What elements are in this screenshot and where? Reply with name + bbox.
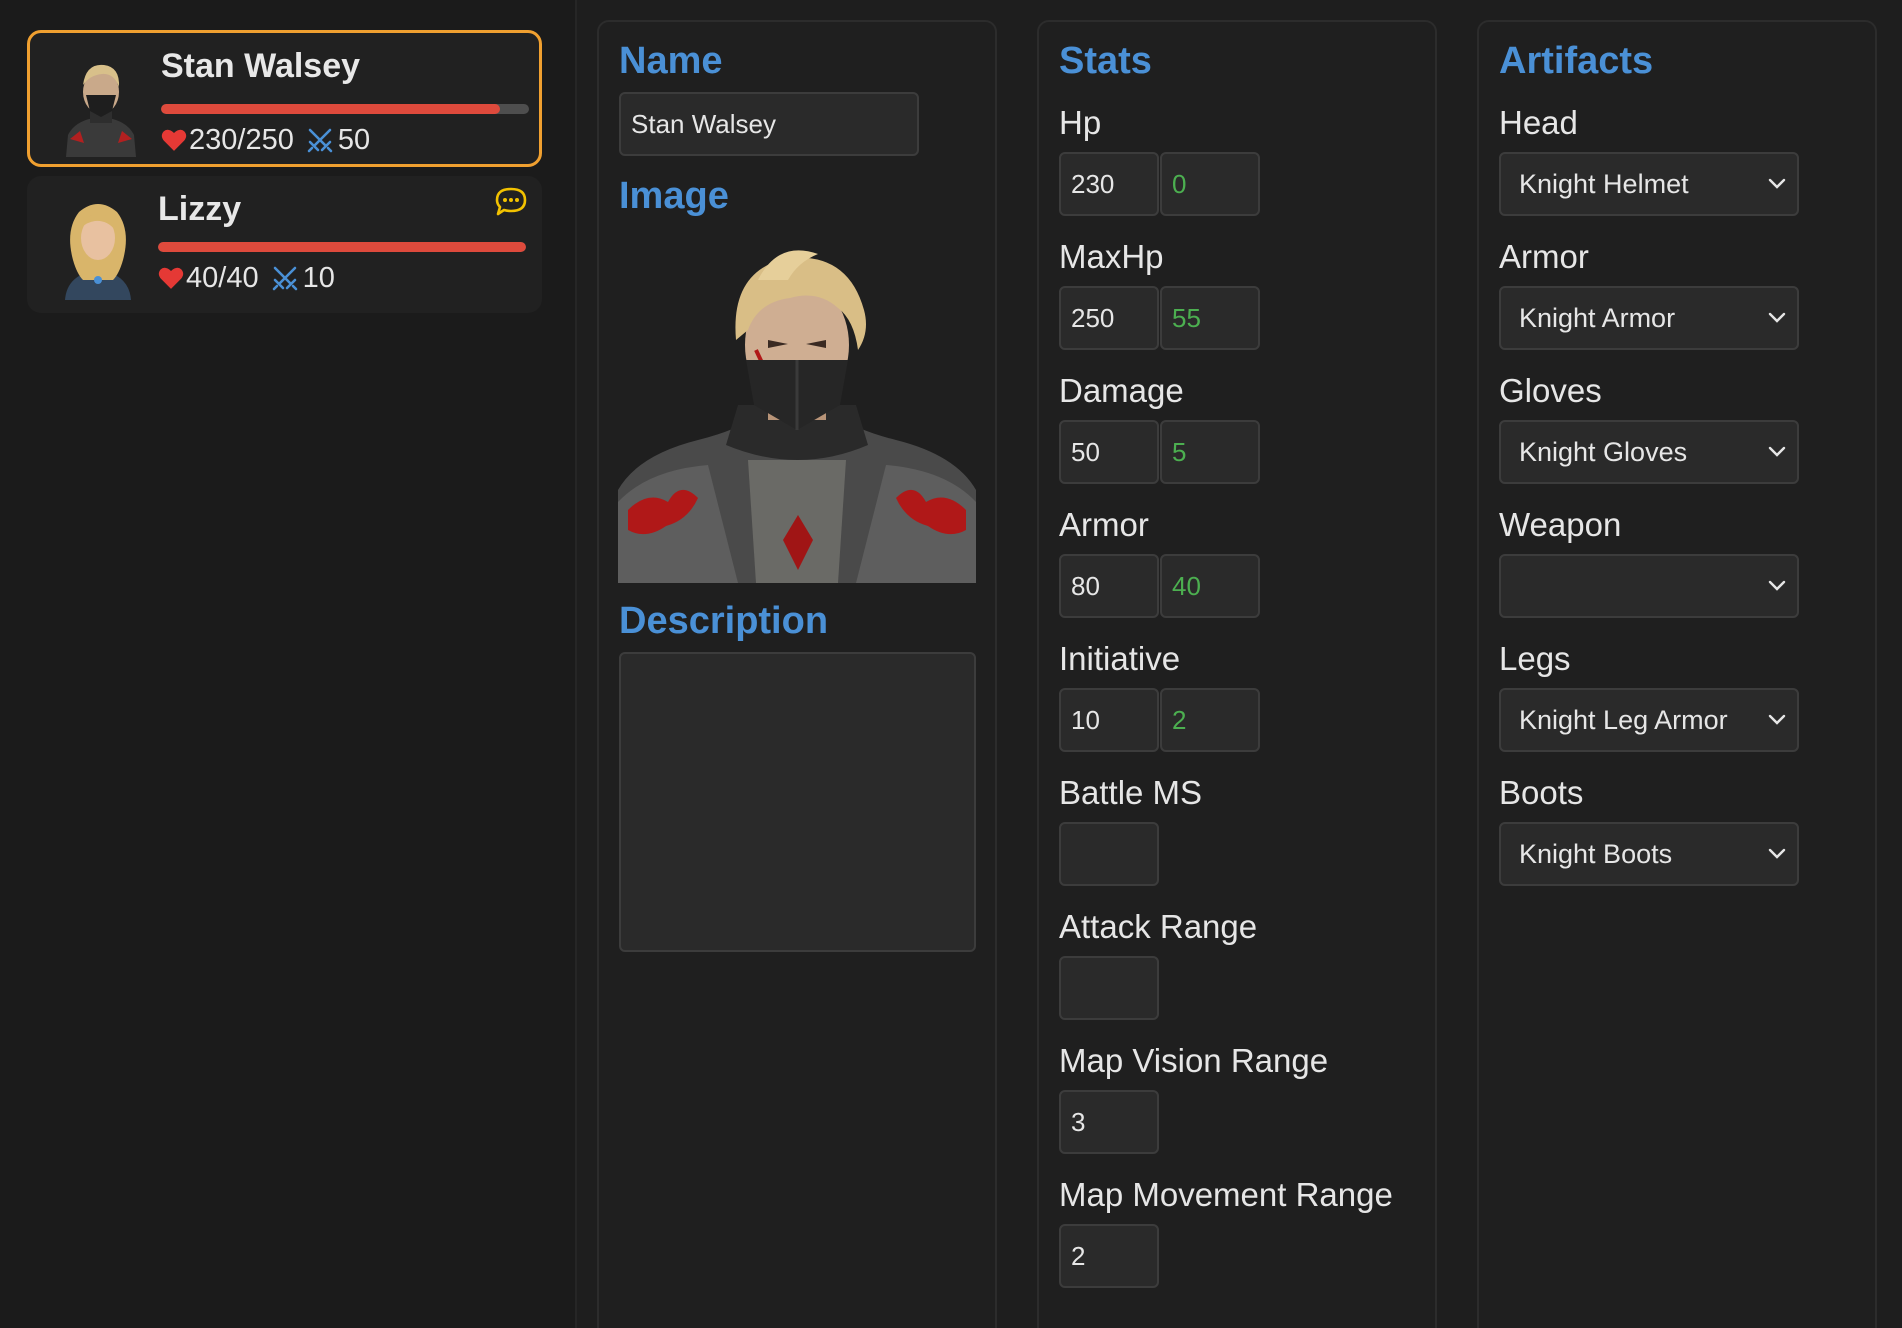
initiative-base-input[interactable]: 10	[1059, 688, 1159, 752]
legs-select[interactable]: Knight Leg Armor	[1499, 688, 1799, 752]
map-vision-range-input[interactable]: 3	[1059, 1090, 1159, 1154]
armor-bonus-input[interactable]: 40	[1160, 554, 1260, 618]
attack-range-input[interactable]	[1059, 956, 1159, 1020]
character-stat-line: 230/250 50	[161, 122, 370, 158]
chevron-down-icon	[1768, 312, 1786, 323]
damage-value: 10	[302, 261, 335, 294]
chevron-down-icon	[1768, 178, 1786, 189]
legs-label: Legs	[1499, 640, 1571, 677]
hp-bar-fill	[158, 242, 526, 252]
battle-ms-label: Battle MS	[1059, 774, 1203, 811]
armor-select[interactable]: Knight Armor	[1499, 286, 1799, 350]
gloves-selected-value: Knight Gloves	[1519, 436, 1688, 467]
initiative-label: Initiative	[1059, 640, 1181, 677]
chevron-down-icon	[1768, 714, 1786, 725]
hp-value: 230/250	[189, 123, 294, 156]
hp-base-input[interactable]: 230	[1059, 152, 1159, 216]
character-stat-line: 40/40 10	[158, 260, 335, 296]
character-name: Stan Walsey	[161, 47, 361, 85]
armor-label: Armor	[1059, 506, 1149, 543]
crossed-swords-icon	[272, 266, 297, 291]
character-card-lizzy[interactable]: Lizzy 40/40 10	[27, 176, 542, 313]
battle-ms-input[interactable]	[1059, 822, 1159, 886]
lizzy-avatar	[43, 190, 153, 300]
description-title: Description	[619, 600, 829, 642]
gloves-select[interactable]: Knight Gloves	[1499, 420, 1799, 484]
head-select[interactable]: Knight Helmet	[1499, 152, 1799, 216]
knight-avatar	[46, 47, 156, 157]
boots-label: Boots	[1499, 774, 1584, 811]
maxhp-label: MaxHp	[1059, 238, 1164, 275]
map-movement-range-input[interactable]: 2	[1059, 1224, 1159, 1288]
damage-bonus-input[interactable]: 5	[1160, 420, 1260, 484]
head-selected-value: Knight Helmet	[1519, 168, 1689, 199]
map-vision-range-label: Map Vision Range	[1059, 1042, 1329, 1079]
image-title: Image	[619, 175, 729, 217]
damage-label: Damage	[1059, 372, 1184, 409]
artifacts-title: Artifacts	[1499, 40, 1654, 82]
hp-bar-fill	[161, 104, 500, 114]
initiative-bonus-input[interactable]: 2	[1160, 688, 1260, 752]
character-list: Stan Walsey 230/250 50 Lizzy 40/40 10	[0, 0, 575, 1328]
name-input[interactable]: Stan Walsey	[619, 92, 919, 156]
heart-icon	[158, 267, 184, 289]
hp-label: Hp	[1059, 104, 1102, 141]
chevron-down-icon	[1768, 446, 1786, 457]
weapon-select[interactable]	[1499, 554, 1799, 618]
chevron-down-icon	[1768, 580, 1786, 591]
armor-selected-value: Knight Armor	[1519, 302, 1676, 333]
armor-slot-label: Armor	[1499, 238, 1589, 275]
damage-value: 50	[337, 123, 371, 156]
hp-bar	[158, 242, 526, 252]
map-movement-range-label: Map Movement Range	[1059, 1176, 1393, 1213]
character-card-stan-walsey[interactable]: Stan Walsey 230/250 50	[27, 30, 542, 167]
name-title: Name	[619, 40, 723, 82]
hp-bonus-input[interactable]: 0	[1160, 152, 1260, 216]
heart-icon	[161, 129, 187, 151]
chevron-down-icon	[1768, 848, 1786, 859]
attack-range-label: Attack Range	[1059, 908, 1258, 945]
maxhp-bonus-input[interactable]: 55	[1160, 286, 1260, 350]
weapon-label: Weapon	[1499, 506, 1622, 543]
damage-base-input[interactable]: 50	[1059, 420, 1159, 484]
chat-bubble-icon[interactable]	[494, 186, 528, 218]
hp-value: 40/40	[186, 261, 259, 294]
armor-base-input[interactable]: 80	[1059, 554, 1159, 618]
hp-bar	[161, 104, 529, 114]
head-label: Head	[1499, 104, 1578, 141]
character-portrait-image[interactable]	[618, 240, 976, 583]
boots-selected-value: Knight Boots	[1519, 838, 1673, 869]
description-textarea[interactable]	[619, 652, 976, 952]
maxhp-base-input[interactable]: 250	[1059, 286, 1159, 350]
crossed-swords-icon	[307, 128, 333, 153]
boots-select[interactable]: Knight Boots	[1499, 822, 1799, 886]
character-name: Lizzy	[158, 190, 242, 228]
stats-title: Stats	[1059, 40, 1152, 82]
legs-selected-value: Knight Leg Armor	[1519, 704, 1728, 735]
gloves-label: Gloves	[1499, 372, 1602, 409]
